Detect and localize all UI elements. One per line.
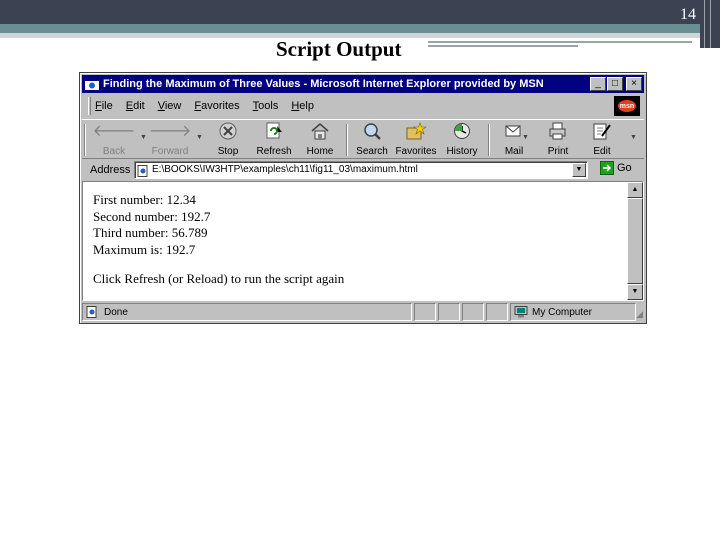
stop-icon [206,122,250,142]
refresh-instruction: Click Refresh (or Reload) to run the scr… [93,271,345,286]
my-computer-icon [514,306,528,318]
back-dropdown-icon[interactable]: ▼ [140,134,147,141]
menu-view[interactable]: View [158,100,182,112]
refresh-label: Refresh [256,146,292,157]
script-output: First number: 12.34 Second number: 192.7… [93,192,344,288]
status-main-pane: Done [82,303,412,321]
browser-window: Finding the Maximum of Three Values - Mi… [79,72,647,324]
edit-icon [580,122,624,142]
slide-header-band [0,0,720,24]
menu-edit[interactable]: Edit [126,100,145,112]
edit-label: Edit [593,146,611,157]
toolbar-separator [488,124,490,156]
home-button[interactable]: Home [298,122,342,158]
second-number-line: Second number: 192.7 [93,208,211,224]
favorites-button[interactable]: Favorites [394,122,438,158]
status-text: Done [104,306,128,318]
slide-title: Script Output [276,37,402,61]
window-title: Finding the Maximum of Three Values - Mi… [103,78,544,90]
status-pane [486,303,508,321]
scroll-down-icon[interactable]: ▼ [627,284,643,300]
refresh-button[interactable]: Refresh [252,122,296,158]
vertical-scrollbar[interactable]: ▲ ▼ [627,182,643,300]
history-label: History [446,146,478,157]
forward-arrow-icon: 🡒 [148,123,192,140]
title-rule [428,41,692,43]
address-input[interactable]: E:\BOOKS\IW3HTP\examples\ch11\fig11_03\m… [134,161,588,179]
menu-file[interactable]: File [95,100,113,112]
forward-label: Forward [151,146,189,157]
menu-tools[interactable]: Tools [253,100,279,112]
scroll-up-icon[interactable]: ▲ [627,182,643,198]
slide-corner-line [704,0,705,48]
mail-dropdown-icon[interactable]: ▼ [522,134,529,141]
address-dropdown-icon[interactable]: ▼ [572,163,586,177]
history-icon [440,122,484,142]
status-pane [438,303,460,321]
standard-toolbar: 🡐 Back ▼ 🡒 Forward ▼ Stop Refresh Home S… [82,119,644,159]
resize-grip-icon[interactable]: ◢ [636,309,643,320]
scroll-thumb[interactable] [627,198,643,284]
slide-corner-line [710,0,711,48]
maximize-button[interactable]: □ [607,77,623,91]
stop-button[interactable]: Stop [206,122,250,158]
status-pane [462,303,484,321]
security-zone-pane: My Computer [510,303,636,321]
forward-dropdown-icon[interactable]: ▼ [196,134,203,141]
minimize-button[interactable]: _ [590,77,606,91]
search-label: Search [356,146,388,157]
favorites-icon [394,122,438,142]
stop-label: Stop [217,146,239,157]
window-titlebar[interactable]: Finding the Maximum of Three Values - Mi… [82,75,644,93]
mail-label: Mail [504,146,524,157]
refresh-icon [252,122,296,142]
page-content: First number: 12.34 Second number: 192.7… [82,181,644,301]
mail-icon [492,122,536,142]
address-label: Address [90,164,131,176]
back-arrow-icon: 🡐 [92,123,136,140]
search-button[interactable]: Search [350,122,394,158]
print-label: Print [547,146,569,157]
home-label: Home [306,146,334,157]
back-button[interactable]: 🡐 Back [92,122,136,158]
address-value: E:\BOOKS\IW3HTP\examples\ch11\fig11_03\m… [152,164,418,175]
close-button[interactable]: × [626,77,642,91]
third-number-line: Third number: 56.789 [93,225,208,240]
slide-header-accent [0,24,700,33]
ie-page-icon [84,77,100,91]
msn-logo: msn [614,96,640,116]
go-arrow-icon [600,161,614,175]
print-button[interactable]: Print [536,122,580,158]
page-icon [137,164,149,182]
edit-dropdown-icon[interactable]: ▼ [630,134,637,141]
address-bar: Address E:\BOOKS\IW3HTP\examples\ch11\fi… [82,160,644,180]
status-pane [414,303,436,321]
menu-help[interactable]: Help [291,100,314,112]
back-label: Back [102,146,126,157]
security-zone-text: My Computer [532,306,593,318]
search-icon [350,122,394,142]
maximum-line: Maximum is: 192.7 [93,241,196,257]
home-icon [298,122,342,142]
go-button[interactable]: Go [600,161,632,175]
mail-button[interactable]: Mail [492,122,536,158]
title-rule [428,45,578,47]
status-bar: Done My Computer ◢ [82,303,644,321]
toolbar-separator [346,124,348,156]
forward-button[interactable]: 🡒 Forward [148,122,192,158]
go-label: Go [617,162,632,174]
status-page-icon [86,306,97,318]
page-number: 14 [680,6,696,23]
menu-bar: File Edit View Favorites Tools Help msn [82,95,644,117]
print-icon [536,122,580,142]
history-button[interactable]: History [440,122,484,158]
menu-favorites[interactable]: Favorites [194,100,239,112]
line-spacer [93,258,344,271]
first-number-line: First number: 12.34 [93,192,196,207]
edit-button[interactable]: Edit [580,122,624,158]
toolbar-separator [84,124,86,156]
favorites-label: Favorites [395,146,437,157]
menu-grip [88,97,91,115]
